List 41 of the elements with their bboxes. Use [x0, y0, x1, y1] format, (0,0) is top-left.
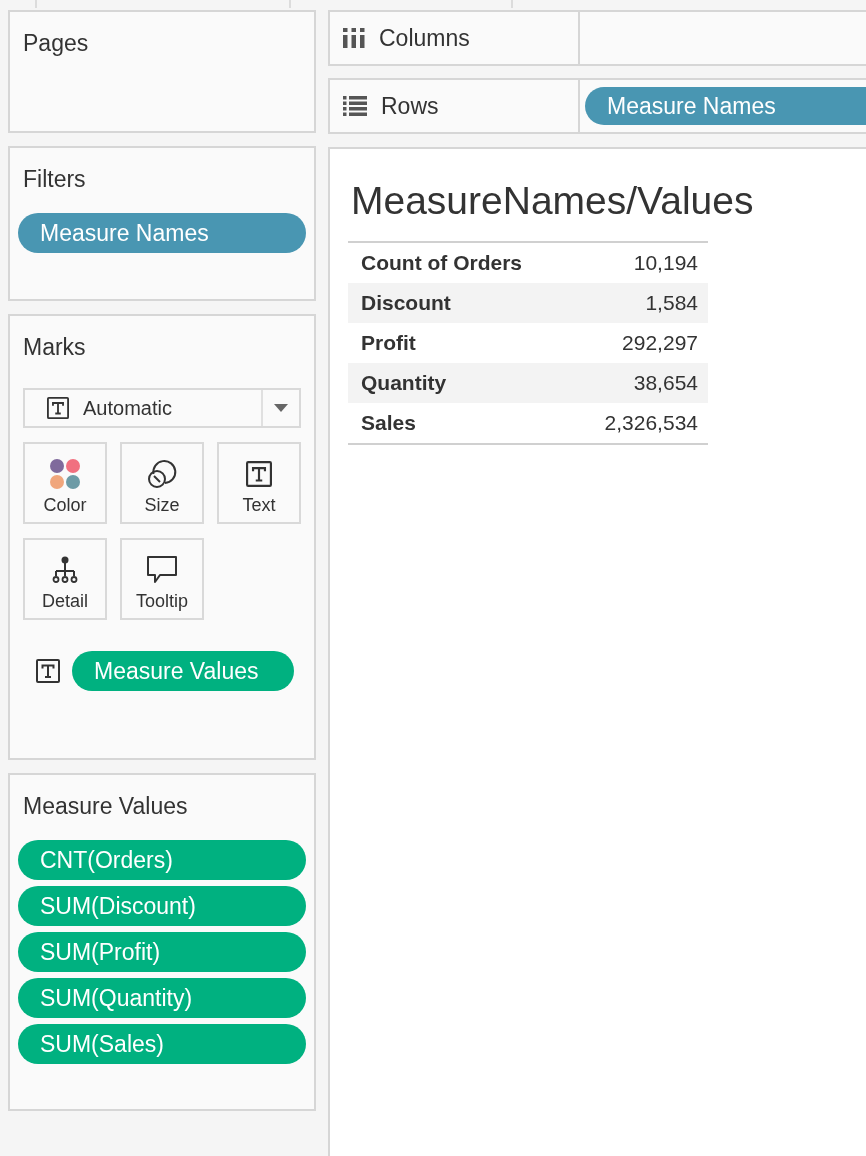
color-dots-icon — [50, 459, 80, 489]
panel-title: Measure Values — [22, 792, 189, 820]
value-cell: 2,326,534 — [548, 403, 708, 444]
shelf-label: Columns — [379, 24, 470, 52]
hierarchy-icon — [52, 556, 78, 584]
field-pill[interactable]: SUM(Quantity) — [18, 978, 306, 1018]
list-icon — [343, 96, 367, 116]
shelf-label: Rows — [381, 92, 439, 120]
panel-title: Pages — [22, 29, 90, 57]
row-header-cell: Sales — [348, 403, 548, 444]
mark-property-button[interactable]: Text — [217, 442, 301, 524]
mark-property-button[interactable]: Color — [23, 442, 107, 524]
text-icon — [246, 461, 272, 487]
field-pill[interactable]: SUM(Discount) — [18, 886, 306, 926]
row-header-cell: Quantity — [348, 363, 548, 403]
field-pill[interactable]: Measure Names — [18, 213, 306, 253]
value-cell: 10,194 — [548, 242, 708, 283]
mark-type-dropdown[interactable]: Automatic — [23, 388, 301, 428]
field-pill[interactable]: SUM(Sales) — [18, 1024, 306, 1064]
text-icon — [47, 397, 69, 419]
field-pill[interactable]: Measure Names — [585, 87, 866, 125]
circles-icon — [147, 459, 177, 489]
field-pill[interactable]: SUM(Profit) — [18, 932, 306, 972]
row-header-cell: Profit — [348, 323, 548, 363]
mark-property-button[interactable]: Size — [120, 442, 204, 524]
mark-property-button[interactable]: Detail — [23, 538, 107, 620]
mark-property-button[interactable]: Tooltip — [120, 538, 204, 620]
panel-title: Filters — [22, 165, 87, 193]
caret-icon — [274, 404, 288, 412]
panel-title: Marks — [22, 333, 87, 361]
row-header-cell: Discount — [348, 283, 548, 323]
value-cell: 1,584 — [548, 283, 708, 323]
speech-bubble-icon — [147, 556, 177, 584]
field-pill[interactable]: Measure Values — [72, 651, 294, 691]
columns-icon — [343, 28, 365, 48]
row-header-cell: Count of Orders — [348, 242, 548, 283]
view-title: MeasureNames/Values — [350, 178, 755, 224]
value-cell: 38,654 — [548, 363, 708, 403]
text-icon[interactable] — [36, 659, 60, 683]
value-cell: 292,297 — [548, 323, 708, 363]
field-pill[interactable]: CNT(Orders) — [18, 840, 306, 880]
